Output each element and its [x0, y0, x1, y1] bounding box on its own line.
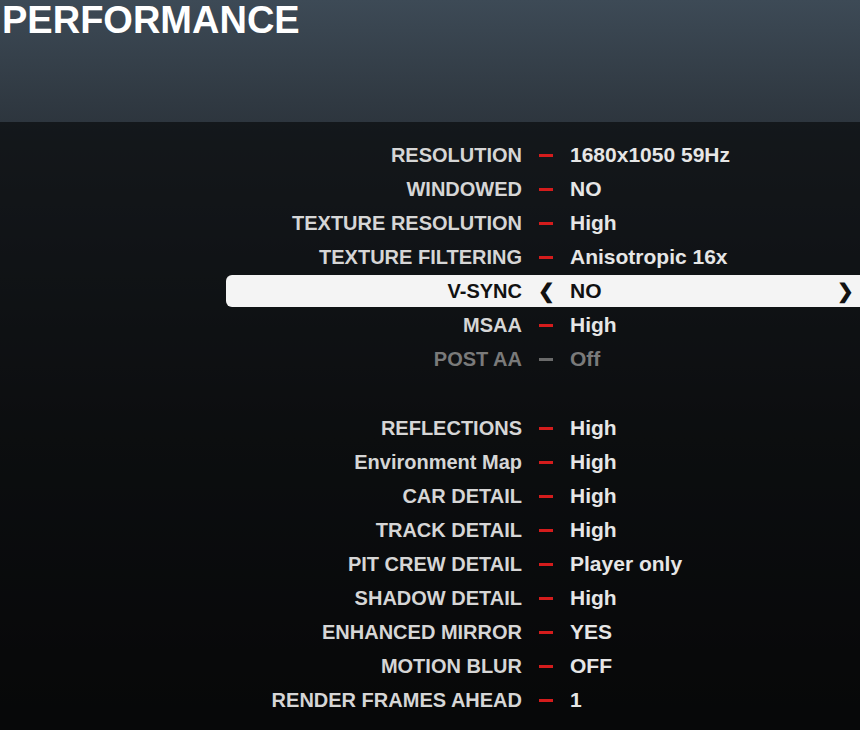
setting-row[interactable]: TEXTURE RESOLUTION High [0, 206, 860, 240]
dash-mark [539, 154, 553, 157]
dash-mark [539, 324, 553, 327]
dash-mark [539, 631, 553, 634]
dash-mark [539, 699, 553, 702]
setting-value: 1680x1050 59Hz [570, 139, 860, 171]
dash-mark [539, 529, 553, 532]
setting-label: SHADOW DETAIL [226, 583, 522, 613]
dash-mark [539, 597, 553, 600]
settings-panel: RESOLUTION1680x1050 59HzWINDOWEDNOTEXTUR… [0, 122, 860, 730]
setting-row[interactable]: REFLECTIONS High [0, 411, 860, 445]
left-arrow-icon[interactable]: ❮ [538, 276, 555, 306]
setting-value: High [570, 514, 860, 546]
setting-row[interactable]: RENDER FRAMES AHEAD 1 [0, 683, 860, 717]
setting-value: NO [570, 173, 860, 205]
setting-row[interactable]: V-SYNC ❮ NO❯ [0, 274, 860, 308]
setting-value: High [570, 480, 860, 512]
setting-label: MSAA [226, 310, 522, 340]
setting-row[interactable]: RESOLUTION 1680x1050 59Hz [0, 138, 860, 172]
setting-row[interactable]: CAR DETAIL High [0, 479, 860, 513]
setting-row[interactable]: ENHANCED MIRROR YES [0, 615, 860, 649]
settings-group: REFLECTIONSHighEnvironment MapHighCAR DE… [0, 411, 860, 717]
dash-mark [539, 461, 553, 464]
dash-mark [539, 358, 553, 361]
setting-label: PIT CREW DETAIL [226, 549, 522, 579]
setting-label: ENHANCED MIRROR [226, 617, 522, 647]
performance-screen: PERFORMANCERESOLUTION1680x1050 59HzWINDO… [0, 0, 860, 730]
settings-group: RESOLUTION1680x1050 59HzWINDOWEDNOTEXTUR… [0, 138, 860, 376]
setting-label: TEXTURE FILTERING [226, 242, 522, 272]
setting-row[interactable]: TEXTURE FILTERING Anisotropic 16x [0, 240, 860, 274]
setting-label: CAR DETAIL [226, 481, 522, 511]
setting-row[interactable]: POST AA Off [0, 342, 860, 376]
setting-value: NO [570, 275, 837, 307]
setting-label: REFLECTIONS [226, 413, 522, 443]
dash-mark [539, 427, 553, 430]
setting-value: Player only [570, 548, 860, 580]
dash-mark [539, 256, 553, 259]
setting-value: High [570, 446, 860, 478]
screen-title: PERFORMANCE [2, 0, 860, 39]
setting-value: High [570, 412, 860, 444]
setting-row[interactable]: MSAA High [0, 308, 860, 342]
setting-row[interactable]: TRACK DETAIL High [0, 513, 860, 547]
setting-label: TEXTURE RESOLUTION [226, 208, 522, 238]
setting-row[interactable]: MOTION BLUR OFF [0, 649, 860, 683]
setting-row[interactable]: Environment Map High [0, 445, 860, 479]
setting-value: Anisotropic 16x [570, 241, 860, 273]
setting-label: POST AA [226, 344, 522, 374]
setting-row[interactable]: WINDOWED NO [0, 172, 860, 206]
setting-row[interactable]: PIT CREW DETAIL Player only [0, 547, 860, 581]
setting-row[interactable]: SHADOW DETAIL High [0, 581, 860, 615]
dash-mark [539, 495, 553, 498]
setting-label: V-SYNC [226, 276, 522, 306]
setting-label: WINDOWED [226, 174, 522, 204]
setting-value: 1 [570, 684, 860, 716]
setting-label: TRACK DETAIL [226, 515, 522, 545]
setting-label: MOTION BLUR [226, 651, 522, 681]
setting-label: Environment Map [226, 447, 522, 477]
setting-value: YES [570, 616, 860, 648]
title-bar: PERFORMANCE [0, 0, 860, 122]
setting-value: High [570, 207, 860, 239]
setting-value: High [570, 582, 860, 614]
setting-label: RENDER FRAMES AHEAD [226, 685, 522, 715]
dash-mark [539, 563, 553, 566]
setting-value: OFF [570, 650, 860, 682]
right-arrow-icon[interactable]: ❯ [837, 276, 860, 306]
dash-mark [539, 665, 553, 668]
setting-value: High [570, 309, 860, 341]
setting-value: Off [570, 343, 860, 375]
dash-mark [539, 188, 553, 191]
dash-mark [539, 222, 553, 225]
setting-label: RESOLUTION [226, 140, 522, 170]
